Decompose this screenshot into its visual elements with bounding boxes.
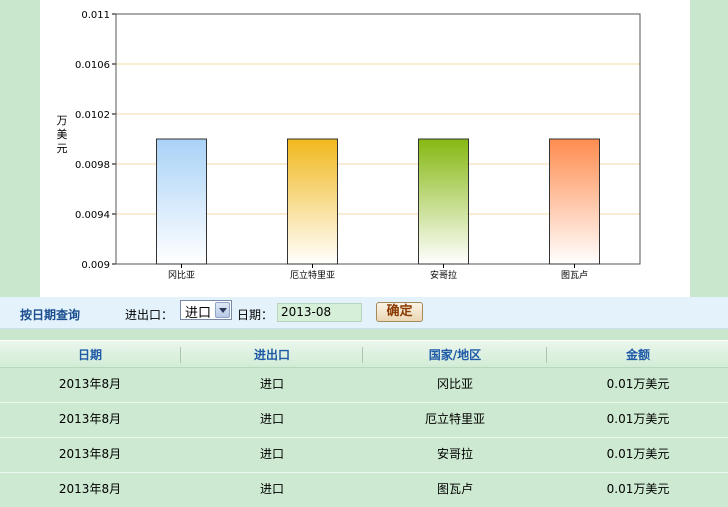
cell-import-export: 进口: [259, 412, 284, 426]
bar: [418, 138, 469, 265]
header-country[interactable]: 国家/地区: [364, 341, 546, 369]
query-bar: 按日期查询 进出口： 进口 日期： 2013-08 确定: [0, 297, 728, 329]
y-axis-label: 万美元: [57, 114, 68, 155]
bar: [287, 138, 338, 265]
header-divider: [180, 347, 181, 363]
cell-date: 2013年8月: [58, 447, 122, 461]
chevron-down-icon[interactable]: [215, 302, 230, 318]
header-date[interactable]: 日期: [0, 341, 180, 369]
import-export-select[interactable]: 进口: [180, 300, 232, 321]
y-tick-label: 0.0102: [75, 110, 110, 121]
type-label: 进出口：: [125, 308, 174, 322]
y-tick-label: 0.0094: [75, 210, 110, 221]
x-tick-label: 图瓦卢: [561, 269, 588, 281]
cell-country: 安哥拉: [436, 447, 473, 461]
y-tick-label: 0.011: [81, 10, 110, 21]
cell-amount: 0.01万美元: [606, 447, 670, 461]
header-divider: [362, 347, 363, 363]
table-row: 2013年8月 进口 安哥拉 0.01万美元: [0, 438, 728, 473]
x-tick-label: 厄立特里亚: [290, 269, 335, 281]
chart-panel: 0.011 0.0106 0.0102 0.0098 0.0094 0.009 冈比亚 厄立特…: [40, 0, 690, 297]
cell-country: 冈比亚: [436, 377, 473, 391]
bar-chart: 0.011 0.0106 0.0102 0.0098 0.0094 0.009 冈比亚 厄立特…: [57, 10, 641, 281]
table-row: 2013年8月 进口 厄立特里亚 0.01万美元: [0, 403, 728, 438]
date-label: 日期：: [237, 308, 274, 322]
results-table: 日期 进出口 国家/地区 金额 2013年8月 进口 冈比亚 0.01万美元 2…: [0, 340, 728, 507]
cell-date: 2013年8月: [58, 377, 122, 391]
cell-import-export: 进口: [259, 447, 284, 461]
date-input[interactable]: 2013-08: [277, 303, 362, 322]
y-tick-label: 0.009: [81, 260, 110, 271]
query-title: 按日期查询: [20, 308, 81, 322]
bar: [156, 138, 207, 265]
table-header: 日期 进出口 国家/地区 金额: [0, 340, 728, 368]
x-tick-label: 安哥拉: [430, 269, 457, 281]
cell-amount: 0.01万美元: [606, 412, 670, 426]
table-row: 2013年8月 进口 图瓦卢 0.01万美元: [0, 473, 728, 507]
header-amount[interactable]: 金额: [548, 341, 728, 369]
cell-country: 厄立特里亚: [424, 412, 485, 426]
header-import-export[interactable]: 进出口: [182, 341, 362, 369]
confirm-button[interactable]: 确定: [376, 302, 423, 322]
bar: [549, 138, 600, 265]
cell-country: 图瓦卢: [436, 482, 473, 496]
cell-date: 2013年8月: [58, 412, 122, 426]
table-row: 2013年8月 进口 冈比亚 0.01万美元: [0, 368, 728, 403]
y-tick-label: 0.0098: [75, 160, 110, 171]
x-tick-label: 冈比亚: [168, 269, 195, 281]
cell-import-export: 进口: [259, 482, 284, 496]
cell-amount: 0.01万美元: [606, 482, 670, 496]
cell-import-export: 进口: [259, 377, 284, 391]
y-tick-label: 0.0106: [75, 60, 110, 71]
cell-date: 2013年8月: [58, 482, 122, 496]
header-divider: [546, 347, 547, 363]
cell-amount: 0.01万美元: [606, 377, 670, 391]
import-export-value: 进口: [185, 306, 212, 321]
